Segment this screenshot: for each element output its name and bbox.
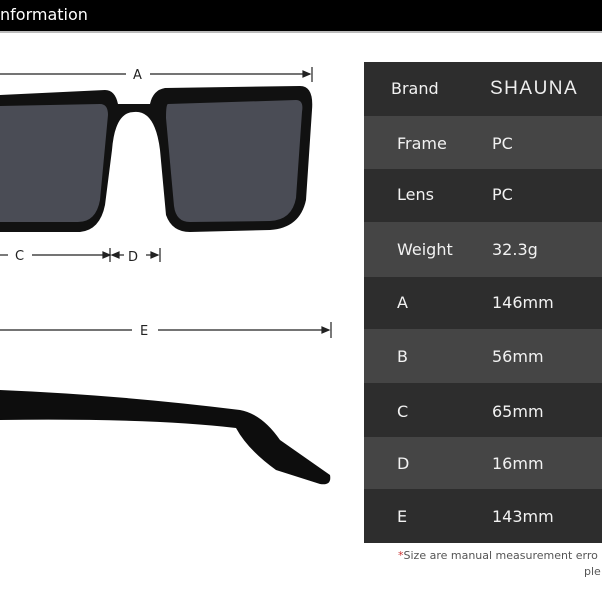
- dim-e-label: E: [140, 324, 148, 339]
- note-line1: Size are manual measurement erro: [403, 549, 598, 562]
- lens-right: [166, 100, 303, 222]
- spec-key: B: [397, 347, 408, 366]
- note-line2: ple: [584, 565, 601, 578]
- spec-key: D: [397, 454, 410, 473]
- spec-key: Weight: [397, 240, 453, 259]
- measurement-note: *Size are manual measurement erro: [398, 549, 598, 562]
- glasses-diagram: A C D E: [0, 67, 332, 485]
- spec-value: PC: [492, 134, 513, 153]
- table-row: Weight 32.3g: [364, 222, 602, 277]
- spec-value: SHAUNA: [490, 78, 579, 99]
- table-row: Frame PC: [364, 116, 602, 169]
- spec-key: A: [397, 293, 408, 312]
- dim-c-label: C: [15, 249, 24, 264]
- spec-value: 143mm: [492, 507, 554, 526]
- spec-key: Brand: [391, 79, 439, 98]
- spec-value: 56mm: [492, 347, 544, 366]
- spec-value: 16mm: [492, 454, 544, 473]
- table-row: C 65mm: [364, 383, 602, 437]
- spec-key: Frame: [397, 134, 447, 153]
- table-row: B 56mm: [364, 329, 602, 383]
- spec-value: 32.3g: [492, 240, 538, 259]
- table-row: A 146mm: [364, 277, 602, 329]
- table-row: Lens PC: [364, 169, 602, 222]
- temple-side: [0, 390, 331, 485]
- spec-key: C: [397, 402, 409, 421]
- spec-table: Brand SHAUNA Frame PC Lens PC Weight 32.3g A…: [364, 62, 602, 543]
- spec-value: 146mm: [492, 293, 554, 312]
- dim-d-label: D: [128, 250, 138, 265]
- table-row: E 143mm: [364, 489, 602, 543]
- table-row: D 16mm: [364, 437, 602, 489]
- lens-left: [0, 104, 108, 222]
- dim-a-label: A: [133, 68, 142, 83]
- spec-key: Lens: [397, 185, 434, 204]
- spec-value: 65mm: [492, 402, 544, 421]
- spec-key: E: [397, 507, 408, 526]
- spec-value: PC: [492, 185, 513, 204]
- table-row-brand: Brand SHAUNA: [364, 62, 602, 116]
